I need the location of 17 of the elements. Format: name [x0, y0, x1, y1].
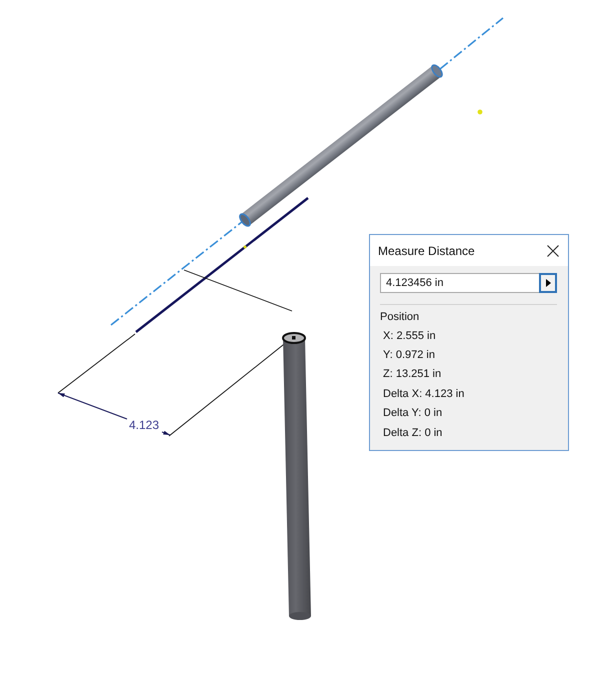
- point-marker: [244, 246, 246, 248]
- point-marker: [478, 110, 482, 114]
- arrow-button[interactable]: [539, 273, 557, 293]
- section-label: Position: [380, 310, 420, 325]
- measurement-text: Y: 0.972 in: [383, 348, 435, 362]
- measurement-text: Delta Z: 0 in: [383, 426, 442, 440]
- measurement-text: Z: 13.251 in: [383, 367, 442, 382]
- measurement-text: Delta Y: 0 in: [383, 406, 442, 420]
- triangle-icon: [546, 279, 550, 287]
- distance-field[interactable]: 4.123456 in: [380, 273, 539, 293]
- dimension-value: 4.123: [129, 418, 160, 432]
- centerline: [440, 17, 504, 70]
- measurement-text: Delta X: 4.123 in: [383, 386, 464, 401]
- dialog-title: Measure Distance: [378, 244, 475, 258]
- measurement-text: X: 2.555 in: [383, 328, 436, 342]
- close-button[interactable]: [547, 244, 559, 256]
- close-icon: [547, 244, 559, 256]
